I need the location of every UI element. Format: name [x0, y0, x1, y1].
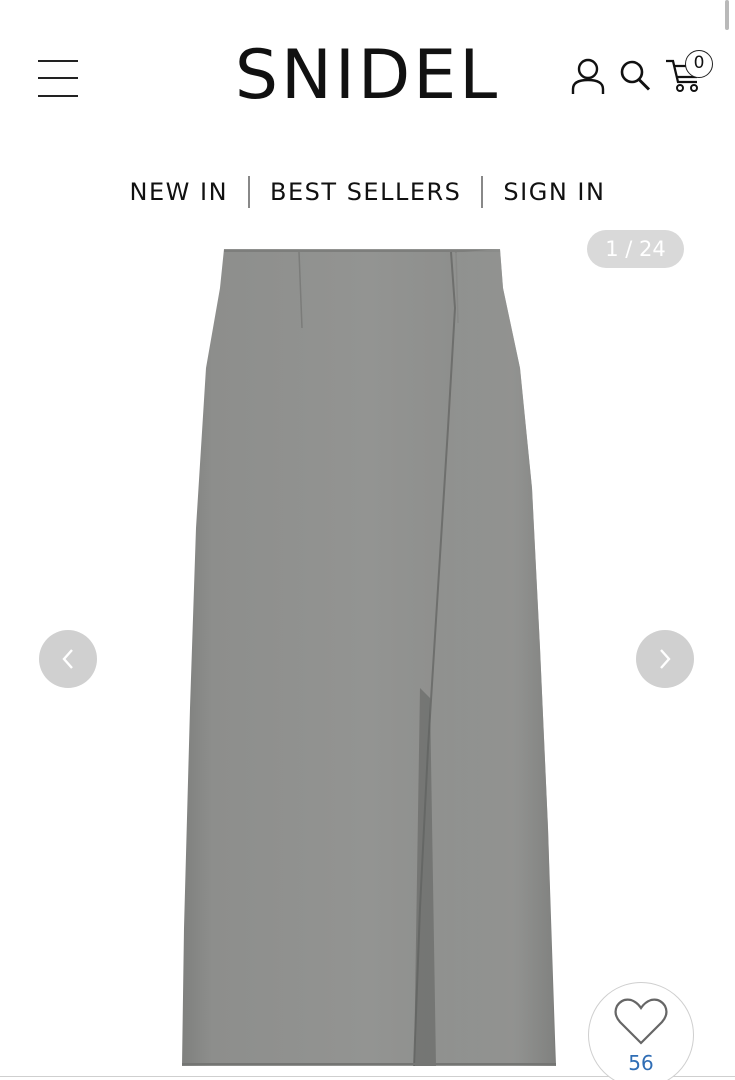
product-gallery[interactable]: 1 / 24 56 — [0, 228, 735, 1080]
menu-button[interactable] — [38, 58, 80, 100]
hamburger-icon-line — [38, 60, 78, 62]
hamburger-icon-line — [38, 95, 78, 97]
nav-sign-in[interactable]: SIGN IN — [483, 178, 625, 206]
favorite-count: 56 — [628, 1051, 654, 1075]
nav-best-sellers[interactable]: BEST SELLERS — [250, 178, 481, 206]
product-page: SNIDEL 0 NEW IN BEST SELLERS SIGN IN 1 /… — [0, 0, 735, 1080]
next-image-button[interactable] — [636, 630, 694, 688]
image-counter: 1 / 24 — [587, 230, 684, 268]
nav-new-in[interactable]: NEW IN — [110, 178, 249, 206]
search-icon[interactable] — [618, 58, 652, 94]
cart-count-badge: 0 — [685, 50, 713, 78]
chevron-left-icon — [62, 649, 73, 669]
scrollbar-thumb[interactable] — [725, 0, 729, 30]
header-actions: 0 — [560, 50, 730, 100]
heart-icon — [614, 998, 668, 1045]
top-nav: NEW IN BEST SELLERS SIGN IN — [0, 172, 735, 212]
account-icon[interactable] — [570, 56, 606, 96]
hamburger-icon-line — [38, 77, 78, 79]
prev-image-button[interactable] — [39, 630, 97, 688]
favorite-button[interactable]: 56 — [588, 982, 694, 1080]
brand-logo[interactable]: SNIDEL — [210, 36, 525, 116]
product-image[interactable] — [0, 228, 735, 1080]
chevron-right-icon — [660, 649, 671, 669]
